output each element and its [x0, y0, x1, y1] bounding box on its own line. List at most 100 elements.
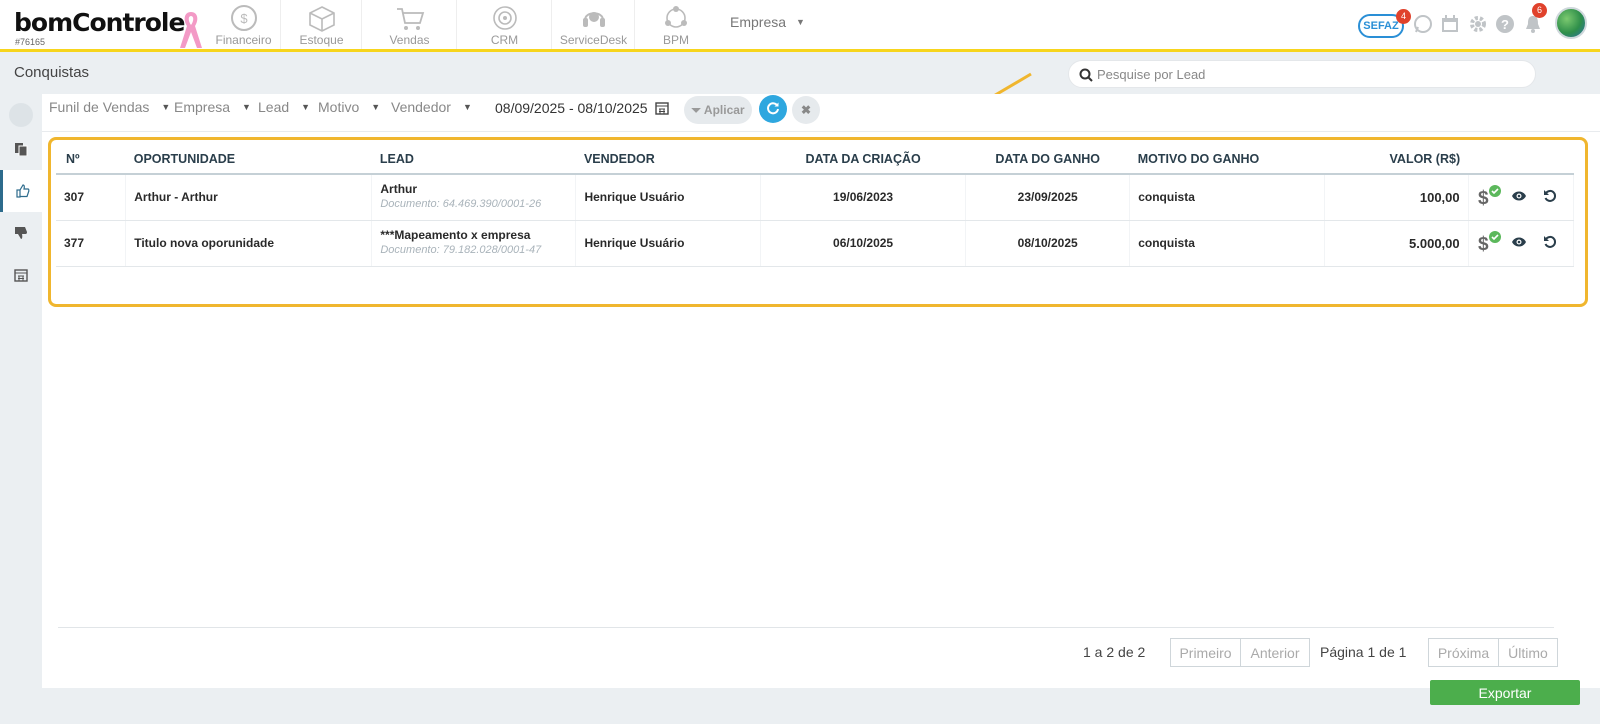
cell-actions: $: [1468, 174, 1575, 221]
module-estoque[interactable]: Estoque: [282, 0, 362, 49]
caret-down-icon: ▼: [301, 102, 311, 112]
cell-number: 377: [56, 220, 127, 267]
module-crm[interactable]: CRM: [458, 0, 552, 49]
cell-won-date: 08/10/2025: [965, 220, 1131, 267]
column-header-won-date[interactable]: DATA DO GANHO: [965, 144, 1130, 175]
cell-lead: Arthur Documento: 64.469.390/0001-26: [371, 174, 577, 221]
column-header-number[interactable]: Nº: [56, 144, 126, 175]
notifications-badge: 6: [1532, 3, 1547, 18]
pagination-range: 1 a 2 de 2: [1083, 644, 1146, 660]
cell-win-reason: conquista: [1129, 174, 1326, 221]
calendar-icon: [14, 269, 28, 282]
filter-funnel[interactable]: Funil de Vendas ▼: [49, 99, 170, 115]
search-input[interactable]: [1097, 65, 1517, 83]
sidebar-item-losses[interactable]: [0, 212, 42, 254]
calendar-icon: [655, 102, 670, 115]
caret-down-icon: ▼: [371, 102, 381, 112]
next-page-button[interactable]: Próxima: [1428, 638, 1499, 667]
paid-dollar-icon[interactable]: $: [1477, 230, 1503, 256]
cell-value: 5.000,00: [1324, 220, 1469, 267]
apply-filter-button[interactable]: ⏷ Aplicar: [684, 96, 752, 124]
cell-created-date: 19/06/2023: [760, 174, 967, 221]
cell-won-date: 23/09/2025: [965, 174, 1131, 221]
copy-icon: [15, 143, 28, 156]
filter-lead[interactable]: Lead ▼: [258, 99, 310, 115]
box-icon: [308, 6, 335, 32]
undo-icon[interactable]: [1543, 189, 1557, 206]
table-row[interactable]: 377 Titulo nova oporunidade ***Mapeament…: [56, 220, 1575, 267]
filter-reason[interactable]: Motivo ▼: [318, 99, 380, 115]
caret-down-icon: ▼: [462, 102, 472, 112]
close-icon: ✖: [800, 103, 812, 117]
thumbs-up-icon: [15, 184, 29, 198]
user-avatar[interactable]: [1555, 7, 1587, 39]
column-header-win-reason[interactable]: MOTIVO DO GANHO: [1129, 144, 1325, 175]
help-icon[interactable]: ?: [1495, 14, 1515, 34]
module-servicedesk[interactable]: ServiceDesk: [553, 0, 635, 49]
sidebar-item-conquistas[interactable]: [0, 170, 42, 212]
column-header-created-date[interactable]: DATA DA CRIAÇÃO: [760, 144, 966, 175]
sidebar-item-opportunities[interactable]: [0, 128, 42, 170]
lead-document: Documento: 79.182.028/0001-47: [380, 244, 542, 256]
calendar-icon[interactable]: [1440, 14, 1460, 34]
cell-seller: Henrique Usuário: [575, 174, 762, 221]
column-header-seller[interactable]: VENDEDOR: [575, 144, 761, 175]
cart-icon: [396, 8, 424, 30]
gear-icon[interactable]: [1468, 14, 1488, 34]
svg-text:$: $: [1478, 188, 1489, 207]
whatsapp-icon[interactable]: [1413, 14, 1433, 34]
caret-down-icon: ▼: [161, 102, 171, 112]
app-logo[interactable]: bomControle: [14, 8, 185, 37]
cell-opportunity: Arthur - Arthur: [125, 174, 373, 221]
previous-page-button[interactable]: Anterior: [1240, 638, 1310, 667]
cell-lead: ***Mapeamento x empresa Documento: 79.182…: [371, 220, 577, 267]
sidebar-item-calendar[interactable]: [0, 254, 42, 296]
thumbs-down-icon: [15, 227, 27, 239]
account-code: #76165: [15, 37, 46, 47]
filter-seller[interactable]: Vendedor ▼: [391, 99, 472, 115]
module-financeiro[interactable]: $ Financeiro: [207, 0, 281, 49]
svg-text:?: ?: [1501, 17, 1509, 32]
svg-text:$: $: [240, 11, 248, 26]
view-eye-icon[interactable]: [1511, 236, 1527, 251]
column-header-value[interactable]: VALOR (R$): [1324, 144, 1469, 175]
cell-value: 100,00: [1324, 174, 1469, 221]
svg-text:$: $: [1478, 234, 1489, 253]
export-button[interactable]: Exportar: [1430, 680, 1580, 705]
caret-down-icon: ▼: [796, 17, 805, 27]
lead-name: Arthur: [380, 182, 418, 197]
clear-filter-button[interactable]: ✖: [792, 96, 820, 124]
cell-number: 307: [56, 174, 127, 221]
module-vendas[interactable]: Vendas: [363, 0, 457, 49]
table-row[interactable]: 307 Arthur - Arthur Arthur Documento: 64.…: [56, 174, 1575, 221]
undo-icon[interactable]: [1543, 235, 1557, 252]
first-page-button[interactable]: Primeiro: [1170, 638, 1241, 667]
cell-opportunity: Titulo nova oporunidade: [125, 220, 373, 267]
company-selector[interactable]: Empresa ▼: [730, 14, 805, 30]
lead-name: ***Mapeamento x empresa: [380, 228, 531, 242]
lead-search[interactable]: [1068, 60, 1536, 88]
pagination-divider: [58, 627, 1554, 628]
top-navigation-bar: bomControle #76165 $ Financeiro Estoque …: [0, 0, 1600, 52]
date-range-picker[interactable]: 08/09/2025 - 08/10/2025: [495, 100, 670, 116]
module-bpm[interactable]: BPM: [636, 0, 716, 49]
sefaz-badge: 4: [1396, 9, 1411, 24]
headset-icon: [582, 12, 605, 27]
filter-bar: Funil de Vendas ▼ Empresa ▼ Lead ▼ Motivo ▼ …: [42, 94, 1600, 132]
column-header-actions: [1468, 144, 1574, 175]
table-header-row: Nº OPORTUNIDADE LEAD VENDEDOR DATA DA CR…: [56, 144, 1574, 175]
cell-created-date: 06/10/2025: [760, 220, 967, 267]
filter-icon: ⏷: [691, 102, 702, 117]
dollar-circle-icon: $: [230, 5, 257, 31]
paid-dollar-icon[interactable]: $: [1477, 184, 1503, 210]
target-icon: [492, 6, 517, 30]
column-header-opportunity[interactable]: OPORTUNIDADE: [125, 144, 372, 175]
view-eye-icon[interactable]: [1511, 190, 1527, 205]
caret-down-icon: ▼: [242, 102, 251, 112]
filter-company[interactable]: Empresa ▼: [174, 99, 251, 115]
cell-seller: Henrique Usuário: [575, 220, 762, 267]
refresh-button[interactable]: [759, 95, 787, 123]
column-header-lead[interactable]: LEAD: [371, 144, 576, 175]
last-page-button[interactable]: Último: [1498, 638, 1558, 667]
cell-win-reason: conquista: [1129, 220, 1326, 267]
